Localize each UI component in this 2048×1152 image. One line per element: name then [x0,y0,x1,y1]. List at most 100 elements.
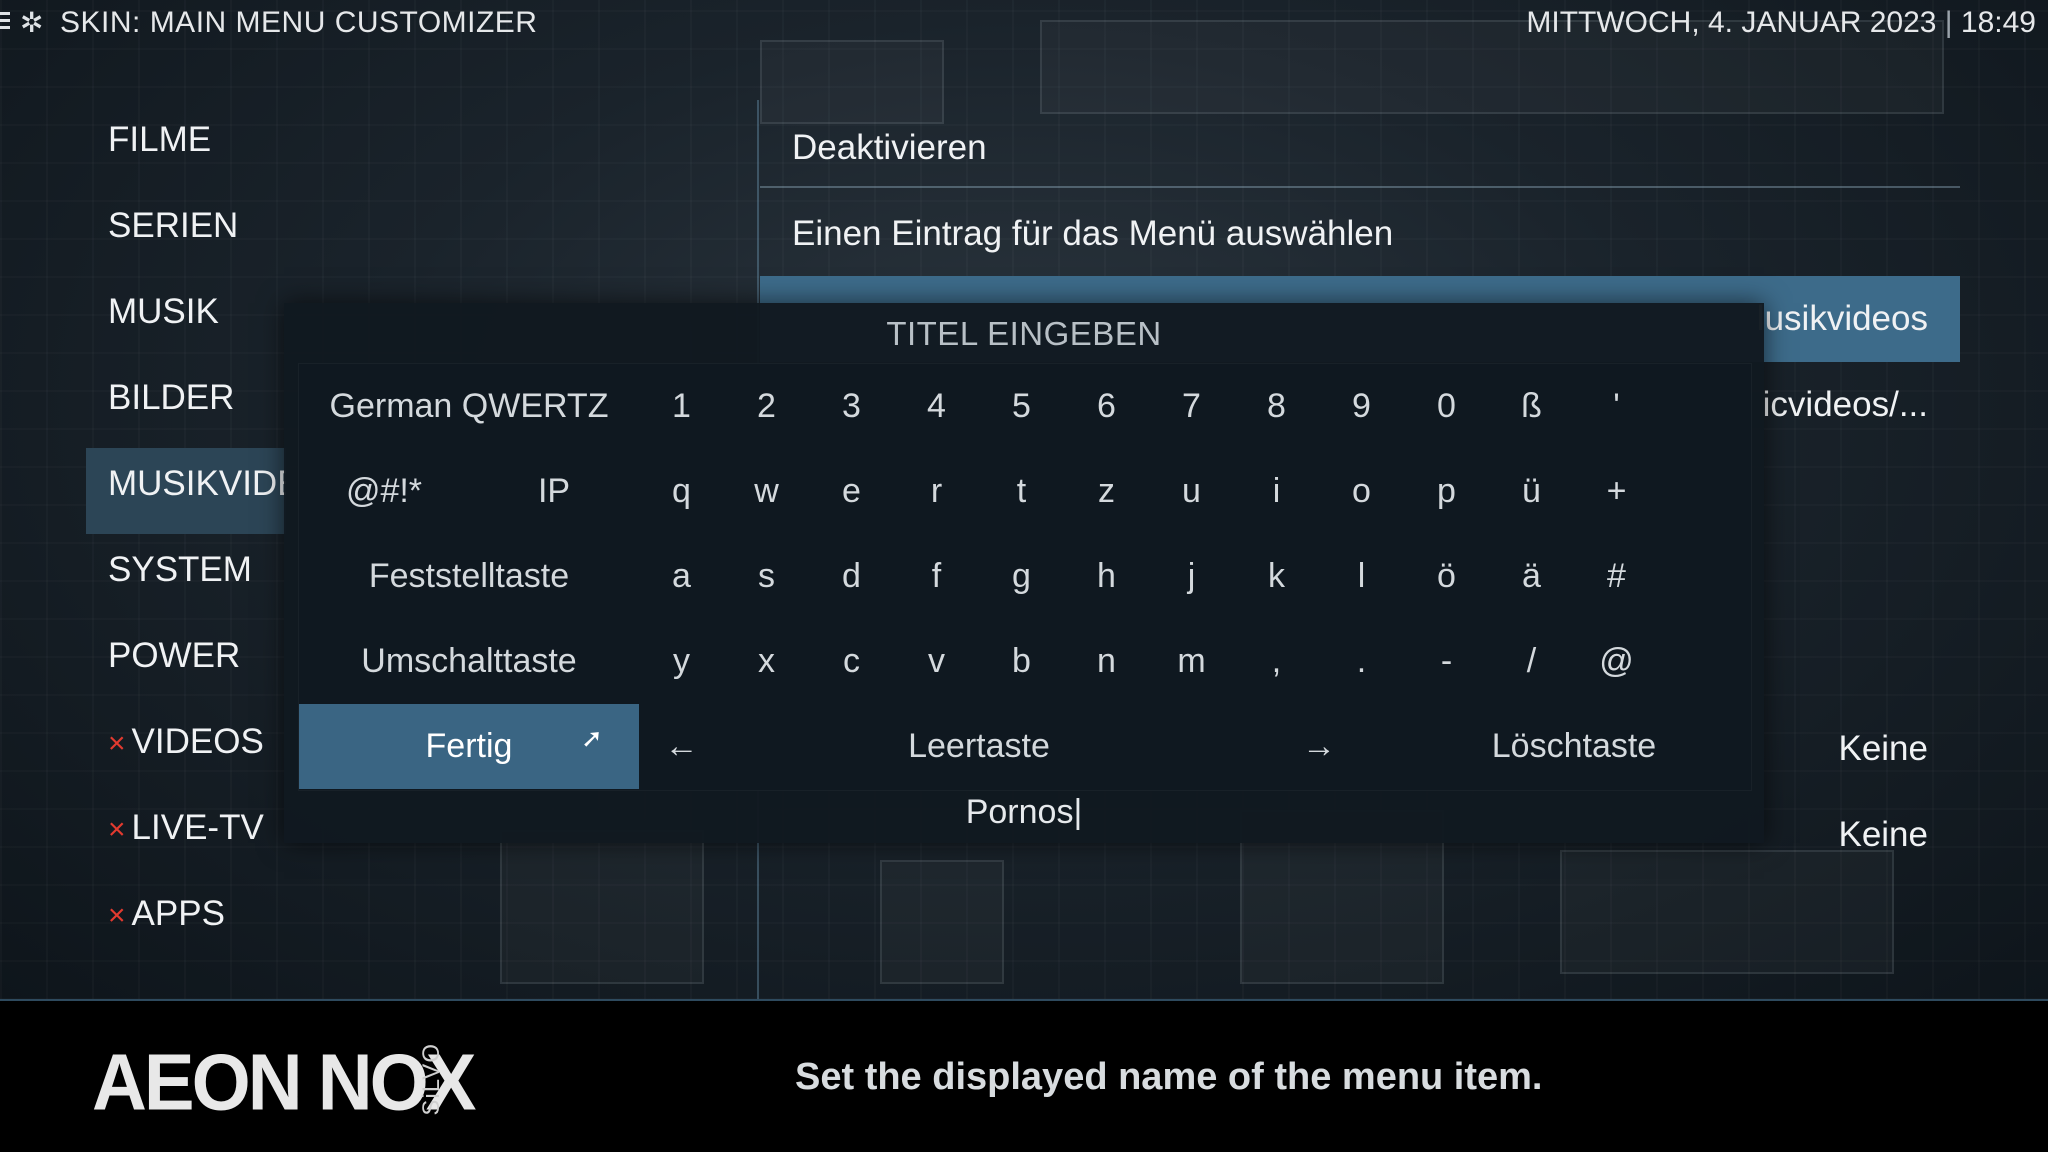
cursor-left-button[interactable]: ← [639,704,724,789]
menu-item-musik[interactable]: MUSIK [86,276,286,362]
menu-item-system[interactable]: SYSTEM [86,534,286,620]
key[interactable]: m [1149,619,1234,704]
key[interactable]: ä [1489,534,1574,619]
text-input-field[interactable]: Pornos| [284,793,1764,832]
key[interactable]: ' [1574,364,1659,449]
option-label: Einen Eintrag für das Menü auswählen [792,214,1394,253]
key[interactable]: e [809,449,894,534]
key[interactable]: 1 [639,364,724,449]
option-value: lusikvideos [1756,299,1928,338]
key[interactable]: r [894,449,979,534]
symbols-button[interactable]: @#!* [299,449,469,534]
menu-item-label: SERIEN [108,206,239,245]
key[interactable]: k [1234,534,1319,619]
mouse-pointer-icon: ➚ [581,723,603,753]
footer: AEON NOX SiLVO Set the displayed name of… [0,1001,2048,1152]
menu-item-videos[interactable]: × VIDEOS [86,706,286,792]
key[interactable]: d [809,534,894,619]
key[interactable]: p [1404,449,1489,534]
window-title: SKIN: MAIN MENU CUSTOMIZER [60,6,538,39]
key[interactable]: / [1489,619,1574,704]
hamburger-icon[interactable] [0,8,10,36]
keyboard-grid: German QWERTZ 1 2 3 4 5 6 7 8 9 0 ß ' @#… [298,363,1752,791]
key[interactable]: 4 [894,364,979,449]
key[interactable]: s [724,534,809,619]
menu-item-label: POWER [108,636,241,675]
menu-item-power[interactable]: POWER [86,620,286,706]
key[interactable]: 0 [1404,364,1489,449]
key[interactable]: ü [1489,449,1574,534]
key[interactable]: b [979,619,1064,704]
key[interactable]: 6 [1064,364,1149,449]
key[interactable]: x [724,619,809,704]
menu-item-filme[interactable]: FILME [86,104,286,190]
menu-item-label: APPS [131,894,225,933]
menu-item-label: MUSIK [108,292,219,331]
option-value: Keine [1838,729,1928,768]
key[interactable]: h [1064,534,1149,619]
menu-item-apps[interactable]: × APPS [86,878,286,964]
menu-item-live-tv[interactable]: × LIVE-TV [86,792,286,878]
key[interactable]: n [1064,619,1149,704]
key[interactable]: o [1319,449,1404,534]
cursor-right-button[interactable]: → [1234,704,1404,789]
key[interactable]: 3 [809,364,894,449]
key[interactable]: 5 [979,364,1064,449]
help-text: Set the displayed name of the menu item. [795,1056,1543,1098]
key[interactable]: # [1574,534,1659,619]
menu-item-label: LIVE-TV [131,808,264,847]
shift-button[interactable]: Umschalttaste [299,619,639,704]
skin-logo-sub: SiLVO [418,1043,445,1116]
key[interactable]: ö [1404,534,1489,619]
divider [760,186,1960,188]
key[interactable]: u [1149,449,1234,534]
menu-item-serien[interactable]: SERIEN [86,190,286,276]
menu-item-musikvideos[interactable]: MUSIKVIDEOS [86,448,286,534]
done-button-label: Fertig [425,727,513,765]
disabled-x-icon: × [108,899,126,932]
menu-item-bilder[interactable]: BILDER [86,362,286,448]
ip-button[interactable]: IP [469,449,639,534]
key[interactable]: 9 [1319,364,1404,449]
option-label: Deaktivieren [792,128,987,167]
dialog-title: TITEL EINGEBEN [886,315,1162,352]
key[interactable]: - [1404,619,1489,704]
key[interactable]: l [1319,534,1404,619]
key[interactable]: + [1574,449,1659,534]
key[interactable]: y [639,619,724,704]
layout-button[interactable]: German QWERTZ [299,364,639,449]
key[interactable]: 8 [1234,364,1319,449]
key[interactable]: c [809,619,894,704]
option-value: icvideos/... [1762,385,1928,424]
key[interactable]: q [639,449,724,534]
key[interactable]: i [1234,449,1319,534]
date-time: MITTWOCH, 4. JANUAR 2023 | 18:49 [1526,6,2036,40]
key[interactable]: g [979,534,1064,619]
done-button[interactable]: Fertig ➚ [299,704,639,789]
key[interactable]: a [639,534,724,619]
key[interactable]: . [1319,619,1404,704]
key[interactable]: j [1149,534,1234,619]
key[interactable]: z [1064,449,1149,534]
date-label: MITTWOCH, 4. JANUAR 2023 [1526,6,1937,39]
key[interactable]: t [979,449,1064,534]
menu-item-label: SYSTEM [108,550,252,589]
gear-icon: ✲ [20,7,44,38]
key[interactable]: w [724,449,809,534]
key[interactable]: @ [1574,619,1659,704]
space-button[interactable]: Leertaste [724,704,1234,789]
key[interactable]: 2 [724,364,809,449]
menu-item-label: BILDER [108,378,235,417]
time-label: 18:49 [1960,6,2036,39]
top-bar: ✲ SKIN: MAIN MENU CUSTOMIZER MITTWOCH, 4… [0,0,2048,46]
menu-item-label: VIDEOS [131,722,264,761]
key[interactable]: v [894,619,979,704]
keyboard-dialog: TITEL EINGEBEN German QWERTZ 1 2 3 4 5 6… [284,303,1764,843]
option-select-entry[interactable]: Einen Eintrag für das Menü auswählen [760,198,1960,284]
backspace-button[interactable]: Löschtaste [1404,704,1744,789]
key[interactable]: 7 [1149,364,1234,449]
key[interactable]: f [894,534,979,619]
key[interactable]: , [1234,619,1319,704]
key[interactable]: ß [1489,364,1574,449]
capslock-button[interactable]: Feststelltaste [299,534,639,619]
